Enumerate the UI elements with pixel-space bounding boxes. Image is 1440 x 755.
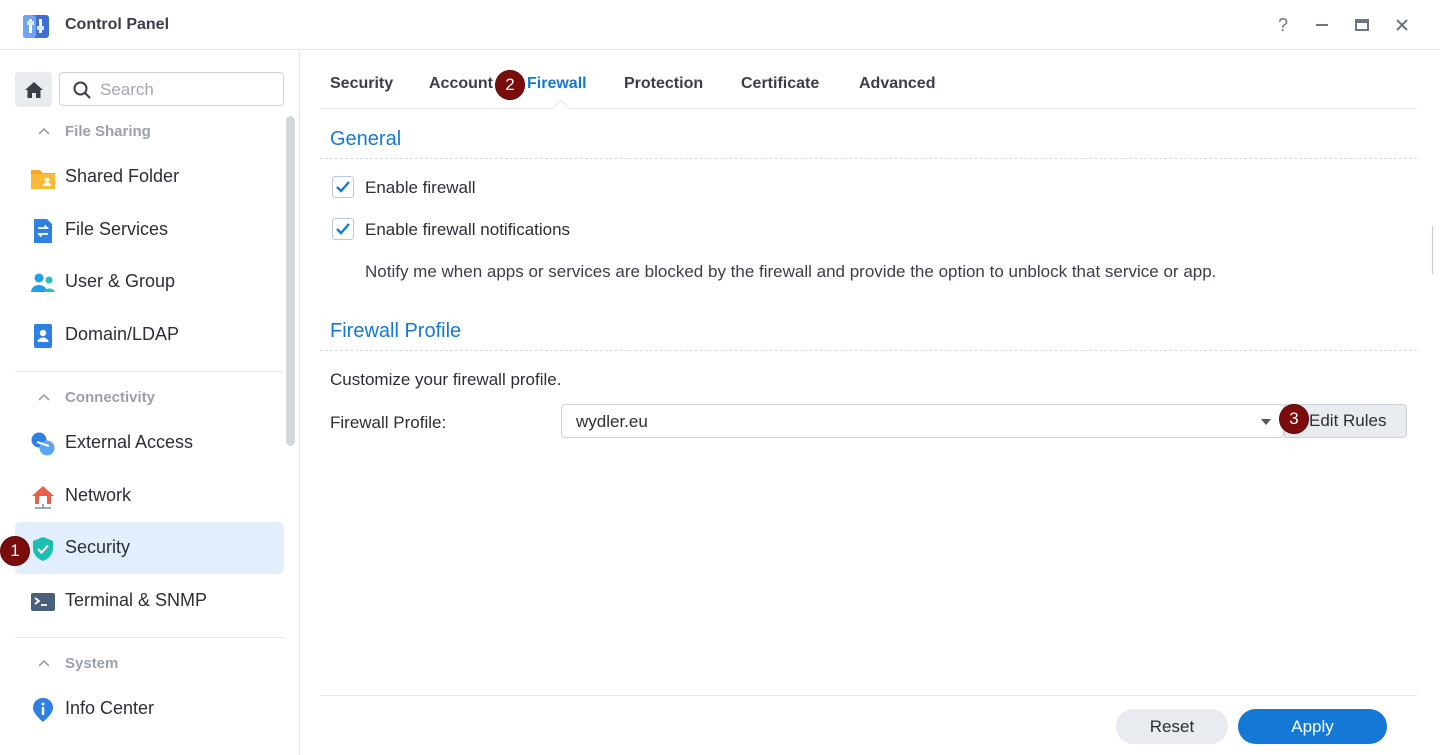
footer-divider (320, 695, 1417, 696)
minimize-icon[interactable] (1311, 14, 1333, 36)
tab-firewall[interactable]: Firewall (527, 75, 587, 93)
enable-firewall-checkbox[interactable] (332, 176, 354, 198)
sidebar-item-user-group[interactable]: User & Group (15, 256, 284, 308)
tab-protection[interactable]: Protection (624, 75, 703, 93)
help-icon[interactable]: ? (1272, 14, 1294, 36)
sidebar-item-label: Domain/LDAP (65, 324, 180, 344)
sidebar-item-domain-ldap[interactable]: Domain/LDAP (15, 309, 284, 361)
close-icon[interactable] (1391, 14, 1413, 36)
terminal-icon (31, 593, 55, 611)
sidebar-item-network[interactable]: Network (15, 470, 284, 522)
shield-check-icon (33, 537, 53, 561)
chevron-up-icon (38, 393, 50, 401)
network-house-icon (32, 486, 54, 509)
category-label: System (65, 655, 119, 672)
tab-certificate[interactable]: Certificate (741, 75, 819, 93)
category-connectivity[interactable]: Connectivity (15, 383, 284, 413)
maximize-icon[interactable] (1351, 14, 1373, 36)
sidebar-item-label: Terminal & SNMP (65, 590, 208, 610)
control-panel-icon (23, 15, 49, 38)
category-file-sharing[interactable]: File Sharing (15, 117, 284, 147)
title-bar: Control Panel ? (0, 0, 1440, 50)
enable-notifications-checkbox[interactable] (332, 218, 354, 240)
sidebar-item-info-center[interactable]: Info Center (15, 683, 284, 735)
firewall-profile-select[interactable]: wydler.eu (561, 404, 1284, 438)
sidebar-item-label: Info Center (65, 698, 155, 718)
tab-advanced[interactable]: Advanced (859, 75, 935, 93)
enable-firewall-label: Enable firewall (365, 178, 476, 197)
section-divider (320, 350, 1417, 351)
tab-security[interactable]: Security (330, 75, 393, 93)
category-label: Connectivity (65, 389, 156, 406)
profile-field-label: Firewall Profile: (330, 413, 447, 432)
section-title-firewall-profile: Firewall Profile (330, 320, 462, 342)
step-badge-1: 1 (0, 536, 30, 566)
window-edge (1432, 226, 1440, 274)
window-title: Control Panel (65, 16, 170, 33)
checkmark-icon (336, 181, 350, 193)
main-panel: Security Account Firewall Protection Cer… (301, 51, 1440, 755)
profile-description: Customize your firewall profile. (330, 370, 562, 389)
checkmark-icon (336, 223, 350, 235)
dropdown-caret-icon (1261, 419, 1271, 425)
sidebar-item-shared-folder[interactable]: Shared Folder (15, 151, 284, 203)
sidebar-item-label: Shared Folder (65, 166, 180, 186)
tab-bar: Security Account Firewall Protection Cer… (320, 51, 1417, 109)
section-divider (320, 158, 1417, 159)
sidebar-item-label: Security (65, 537, 131, 557)
notification-hint: Notify me when apps or services are bloc… (365, 262, 1217, 281)
sidebar: File Sharing Shared Folder File Services… (0, 51, 300, 755)
tab-account[interactable]: Account (429, 75, 493, 93)
category-label: File Sharing (65, 123, 151, 140)
home-icon (24, 81, 43, 98)
sidebar-item-file-services[interactable]: File Services (15, 204, 284, 256)
sidebar-item-label: File Services (65, 219, 169, 239)
sidebar-item-security[interactable]: Security (15, 522, 284, 574)
section-title-general: General (330, 128, 402, 150)
apply-button[interactable]: Apply (1238, 709, 1387, 744)
reset-button[interactable]: Reset (1116, 709, 1228, 744)
search-icon (73, 81, 91, 99)
sidebar-item-label: External Access (65, 432, 194, 452)
home-button[interactable] (15, 72, 52, 107)
search-field[interactable] (59, 72, 284, 106)
directory-icon (34, 324, 52, 348)
external-access-icon (31, 432, 55, 456)
sidebar-item-label: Network (65, 485, 132, 505)
file-transfer-icon (34, 219, 52, 243)
user-group-icon (31, 273, 55, 292)
folder-icon (31, 170, 55, 189)
sidebar-item-terminal-snmp[interactable]: Terminal & SNMP (15, 575, 284, 627)
chevron-up-icon (38, 127, 50, 135)
step-badge-3: 3 (1279, 404, 1309, 434)
search-input[interactable] (100, 79, 270, 101)
info-pin-icon (33, 698, 53, 722)
sidebar-scrollbar[interactable] (286, 116, 295, 446)
selected-profile: wydler.eu (576, 412, 648, 431)
enable-notifications-label: Enable firewall notifications (365, 220, 571, 239)
step-badge-2: 2 (495, 70, 525, 100)
chevron-up-icon (38, 659, 50, 667)
sidebar-item-label: User & Group (65, 271, 176, 291)
sidebar-divider (15, 637, 284, 638)
sidebar-divider (15, 371, 284, 372)
category-system[interactable]: System (15, 649, 284, 679)
sidebar-item-external-access[interactable]: External Access (15, 417, 284, 469)
